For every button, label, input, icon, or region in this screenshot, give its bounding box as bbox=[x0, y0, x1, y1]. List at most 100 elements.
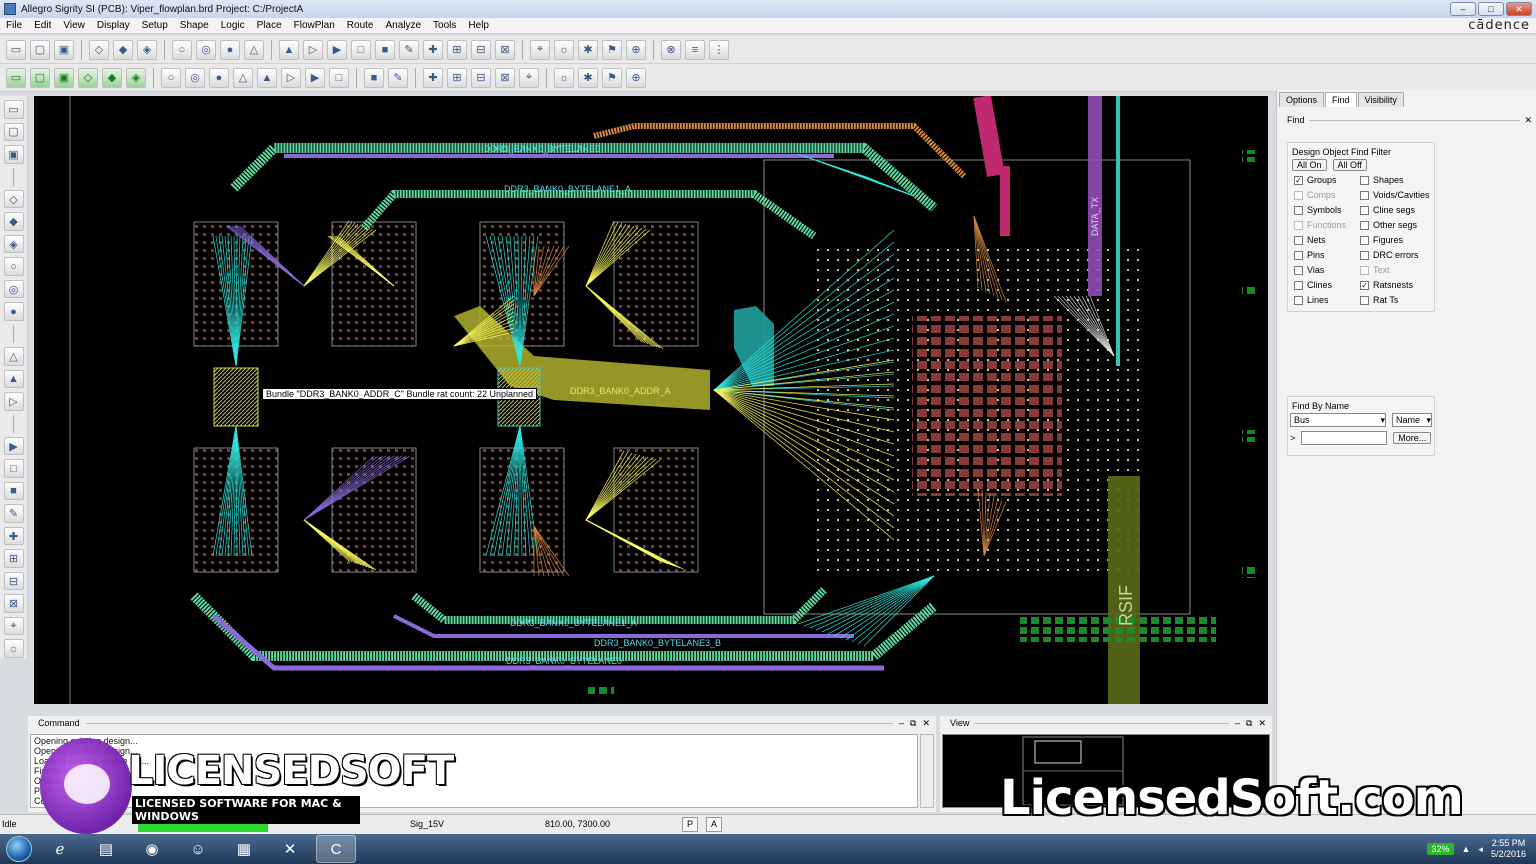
undo-icon[interactable]: ○ bbox=[172, 39, 192, 60]
plan-9-icon[interactable]: ☼ bbox=[3, 639, 24, 658]
battery-icon[interactable]: 32% bbox=[1427, 843, 1454, 855]
checkbox[interactable] bbox=[1360, 205, 1369, 215]
color-icon[interactable]: ✱ bbox=[578, 39, 598, 60]
place-manual-icon[interactable]: ▭ bbox=[3, 100, 24, 119]
zoom-fit-icon[interactable]: ▷ bbox=[303, 39, 323, 60]
tree-2-icon[interactable]: ⊞ bbox=[447, 67, 467, 88]
command-scrollbar[interactable] bbox=[920, 734, 934, 808]
shape-8-icon[interactable]: □ bbox=[329, 67, 349, 88]
delete-icon[interactable]: ◈ bbox=[137, 39, 157, 60]
zoom-prev-icon[interactable]: ✚ bbox=[423, 39, 443, 60]
bars-icon[interactable]: ⊗ bbox=[661, 39, 681, 60]
green-6-icon[interactable]: ◈ bbox=[126, 67, 146, 88]
filter-vias[interactable]: Vias bbox=[1294, 265, 1360, 275]
measure-icon[interactable]: ☼ bbox=[554, 39, 574, 60]
green-2-icon[interactable]: ▢ bbox=[30, 67, 50, 88]
clock[interactable]: 2:55 PM 5/2/2016 bbox=[1491, 838, 1526, 860]
save-icon[interactable]: ▣ bbox=[54, 39, 74, 60]
filter-symbols[interactable]: Symbols bbox=[1294, 205, 1360, 215]
menu-logic[interactable]: Logic bbox=[215, 20, 251, 31]
filter-shapes[interactable]: Shapes bbox=[1360, 175, 1436, 185]
menu-place[interactable]: Place bbox=[251, 20, 288, 31]
checkbox[interactable]: ✓ bbox=[1294, 175, 1303, 185]
filter-comps[interactable]: Comps bbox=[1294, 190, 1360, 200]
zoom-in-icon[interactable]: □ bbox=[351, 39, 371, 60]
start-button[interactable] bbox=[6, 836, 32, 862]
via-icon[interactable]: ● bbox=[3, 302, 24, 321]
checkbox[interactable] bbox=[1294, 190, 1303, 200]
flow-icon[interactable]: ▷ bbox=[3, 392, 24, 411]
filter-cline-segs[interactable]: Cline segs bbox=[1360, 205, 1436, 215]
checkbox[interactable] bbox=[1360, 295, 1369, 305]
close-icon[interactable]: ✕ bbox=[922, 718, 930, 729]
layers-icon[interactable]: ⊟ bbox=[471, 39, 491, 60]
checkbox[interactable] bbox=[1360, 235, 1369, 245]
checkbox[interactable] bbox=[1294, 250, 1303, 260]
menu-route[interactable]: Route bbox=[341, 20, 380, 31]
find-mode-select[interactable]: Name ▾ bbox=[1392, 413, 1432, 427]
filter-nets[interactable]: Nets bbox=[1294, 235, 1360, 245]
shape-3-icon[interactable]: ● bbox=[209, 67, 229, 88]
close-button[interactable]: ✕ bbox=[1506, 2, 1532, 16]
checkbox[interactable] bbox=[1294, 280, 1303, 290]
redo-icon[interactable]: ◎ bbox=[196, 39, 216, 60]
shape-1-icon[interactable]: ○ bbox=[161, 67, 181, 88]
close-icon[interactable]: ✕ bbox=[1258, 718, 1266, 729]
shadow-icon[interactable]: ⊕ bbox=[626, 39, 646, 60]
tree-1-icon[interactable]: ✚ bbox=[423, 67, 443, 88]
pcb-router-icon[interactable]: ✕ bbox=[270, 835, 310, 863]
bundle-icon[interactable]: ▶ bbox=[3, 436, 24, 456]
float-icon[interactable]: ⧉ bbox=[910, 718, 916, 729]
toggle-icon[interactable]: ⋮ bbox=[709, 39, 729, 60]
checkbox[interactable] bbox=[1294, 220, 1303, 230]
status-p-button[interactable]: P bbox=[682, 817, 698, 832]
zoom-world-icon[interactable]: ✎ bbox=[399, 39, 419, 60]
open-folder-icon[interactable]: ▢ bbox=[30, 39, 50, 60]
filter-other-segs[interactable]: Other segs bbox=[1360, 220, 1436, 230]
chrome-icon[interactable]: ◉ bbox=[132, 835, 172, 863]
filter-text[interactable]: Text bbox=[1360, 265, 1436, 275]
checkbox[interactable] bbox=[1294, 265, 1303, 275]
window-2-icon[interactable]: ✱ bbox=[578, 67, 598, 88]
network-icon[interactable]: ▲ bbox=[1462, 844, 1471, 854]
sun-icon[interactable]: ⚑ bbox=[602, 39, 622, 60]
plan-6-icon[interactable]: ⊟ bbox=[3, 571, 24, 591]
add-line-icon[interactable]: △ bbox=[3, 347, 24, 366]
explorer-icon[interactable]: ▤ bbox=[86, 835, 126, 863]
filter-lines[interactable]: Lines bbox=[1294, 295, 1360, 305]
cadence-app-icon[interactable]: C bbox=[316, 835, 356, 863]
route-icon[interactable]: ✎ bbox=[388, 67, 408, 88]
tree-4-icon[interactable]: ⊠ bbox=[495, 67, 515, 88]
status-a-button[interactable]: A bbox=[706, 817, 722, 832]
slide-icon[interactable]: ◆ bbox=[3, 212, 24, 231]
shape-7-icon[interactable]: ▶ bbox=[305, 67, 325, 88]
plan-3-icon[interactable]: ✎ bbox=[3, 504, 24, 523]
panel-close-icon[interactable]: ✕ bbox=[1524, 115, 1532, 126]
zoom-out-icon[interactable]: ■ bbox=[375, 39, 395, 60]
minimize-icon[interactable]: – bbox=[899, 718, 904, 728]
shape-6-icon[interactable]: ▷ bbox=[281, 67, 301, 88]
menu-analyze[interactable]: Analyze bbox=[379, 20, 427, 31]
minimize-button[interactable]: – bbox=[1450, 2, 1476, 16]
find-name-input[interactable] bbox=[1301, 431, 1388, 445]
copy-icon[interactable]: ◆ bbox=[113, 39, 133, 60]
checkbox[interactable]: ✓ bbox=[1360, 280, 1369, 290]
checkbox[interactable] bbox=[1360, 190, 1369, 200]
menu-file[interactable]: File bbox=[0, 20, 28, 31]
window-3-icon[interactable]: ⚑ bbox=[602, 67, 622, 88]
tab-visibility[interactable]: Visibility bbox=[1357, 92, 1404, 107]
filter-groups[interactable]: ✓ Groups bbox=[1294, 175, 1360, 185]
info-icon[interactable]: ⊠ bbox=[495, 39, 515, 60]
checkbox[interactable] bbox=[1294, 235, 1303, 245]
swap-icon[interactable]: ▣ bbox=[3, 145, 24, 164]
place-icon[interactable]: ■ bbox=[364, 67, 384, 88]
green-3-icon[interactable]: ▣ bbox=[54, 67, 74, 88]
custom-smooth-icon[interactable]: ○ bbox=[3, 257, 24, 276]
checkbox[interactable] bbox=[1360, 175, 1369, 185]
menu-edit[interactable]: Edit bbox=[28, 20, 57, 31]
checkbox[interactable] bbox=[1294, 205, 1303, 215]
filter-drc-errors[interactable]: DRC errors bbox=[1360, 250, 1436, 260]
tree-5-icon[interactable]: ⌖ bbox=[519, 67, 539, 88]
shape-4-icon[interactable]: △ bbox=[233, 67, 253, 88]
design-canvas[interactable]: DDR3_BANK0_BYTELANE0 DDR3_BANK0_BYTELANE… bbox=[34, 96, 1268, 704]
